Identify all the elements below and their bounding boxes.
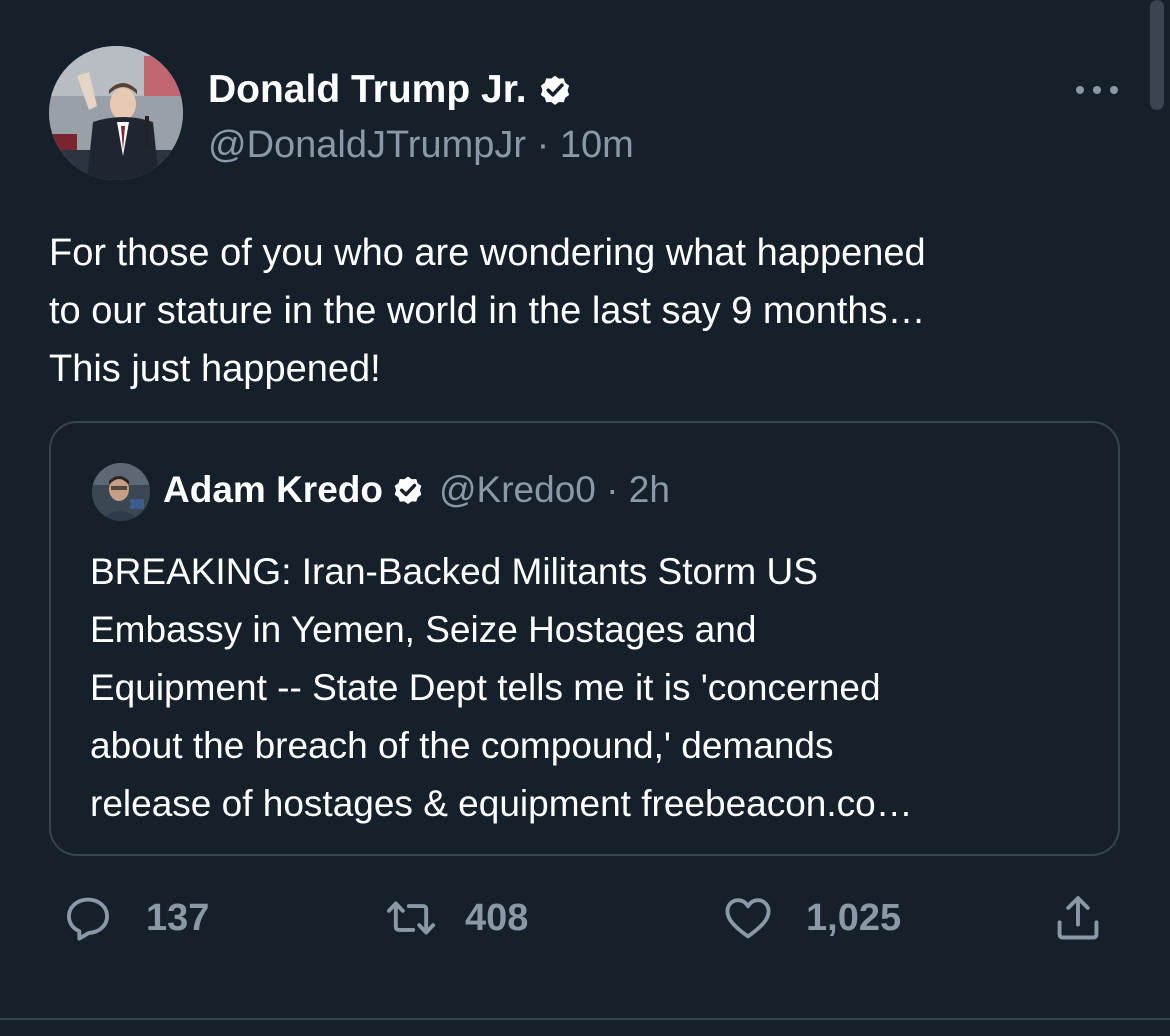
verified-badge-icon — [394, 476, 422, 505]
quoted-header: Adam Kredo @Kredo0 · 2h — [163, 467, 670, 513]
reply-icon — [66, 897, 110, 941]
tweet-text-line: to our stature in the world in the last … — [49, 290, 926, 332]
retweet-icon — [386, 901, 436, 935]
author-handle-row: @DonaldJTrumpJr · 10m — [208, 122, 634, 168]
retweet-button[interactable]: 408 — [385, 888, 528, 948]
quoted-author-handle[interactable]: @Kredo0 — [439, 469, 596, 510]
separator-dot: · — [526, 124, 560, 166]
quoted-text-line: Embassy in Yemen, Seize Hostages and — [90, 609, 757, 650]
author-name-row[interactable]: Donald Trump Jr. — [208, 66, 573, 114]
author-avatar[interactable] — [49, 46, 183, 180]
heart-icon — [725, 898, 771, 939]
verified-badge-icon — [540, 75, 569, 105]
share-icon — [1057, 896, 1099, 940]
author-name[interactable]: Donald Trump Jr. — [208, 68, 527, 111]
more-horizontal-icon[interactable] — [1072, 78, 1122, 102]
quoted-tweet[interactable]: Adam Kredo @Kredo0 · 2h BREAKING: Iran-B… — [49, 421, 1120, 856]
scrollbar[interactable] — [1150, 0, 1164, 110]
reply-count: 137 — [146, 896, 210, 939]
tweet-text-line: This just happened! — [49, 348, 381, 390]
tweet[interactable]: Donald Trump Jr. @DonaldJTrumpJr · 10m F… — [0, 0, 1170, 1036]
divider — [0, 1018, 1170, 1020]
retweet-count: 408 — [465, 896, 529, 939]
timestamp[interactable]: 10m — [560, 124, 634, 166]
quoted-text-line: release of hostages & equipment freebeac… — [90, 783, 913, 824]
quoted-author-avatar[interactable] — [92, 463, 150, 521]
tweet-text-line: For those of you who are wondering what … — [49, 232, 926, 274]
quoted-text-line: BREAKING: Iran-Backed Militants Storm US — [90, 551, 818, 592]
quoted-text-line: Equipment -- State Dept tells me it is '… — [90, 667, 881, 708]
share-button[interactable] — [1052, 888, 1104, 948]
quoted-text-line: about the breach of the compound,' deman… — [90, 725, 834, 766]
separator-dot: · — [595, 469, 629, 510]
quoted-timestamp[interactable]: 2h — [629, 469, 670, 510]
quoted-author-name[interactable]: Adam Kredo — [163, 469, 383, 510]
like-count: 1,025 — [806, 896, 902, 939]
action-bar: 137 408 1,025 — [0, 888, 1170, 948]
reply-button[interactable]: 137 — [62, 888, 209, 948]
author-handle[interactable]: @DonaldJTrumpJr — [208, 124, 526, 166]
quoted-tweet-text: BREAKING: Iran-Backed Militants Storm US… — [90, 543, 1100, 833]
like-button[interactable]: 1,025 — [722, 888, 901, 948]
tweet-text: For those of you who are wondering what … — [49, 224, 1129, 398]
